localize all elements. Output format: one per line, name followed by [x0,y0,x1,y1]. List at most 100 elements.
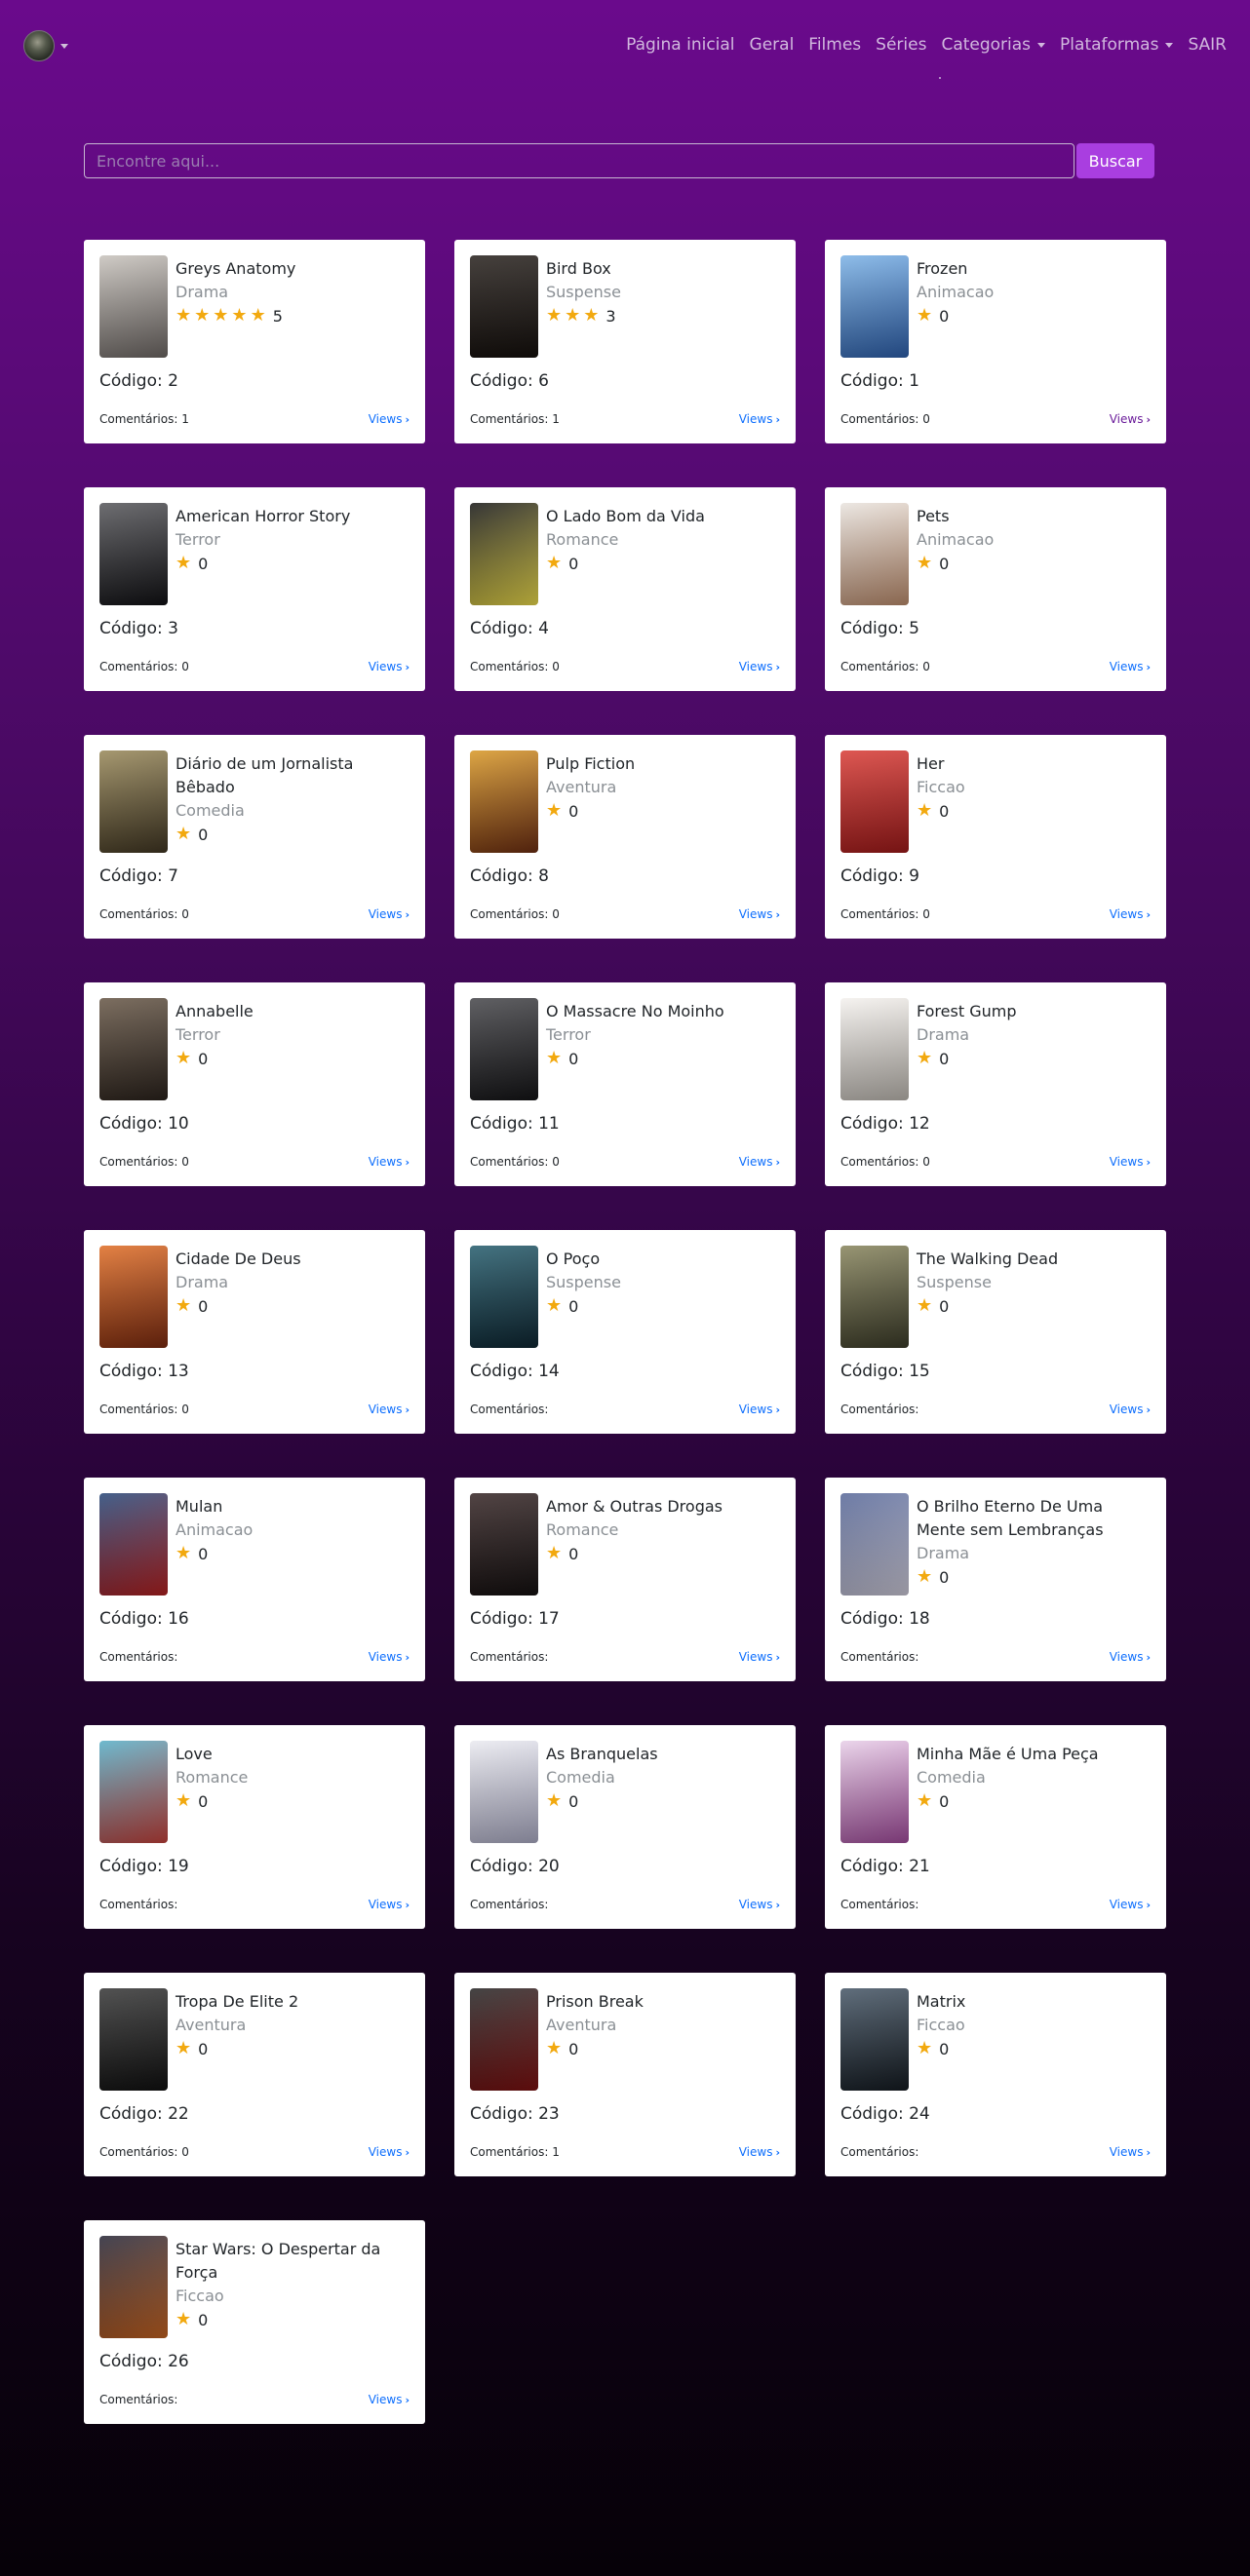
views-label: Views [1109,1898,1144,1911]
nav-link-plataformas[interactable]: Plataformas [1060,35,1174,55]
card-footer: Comentários: 1 Views › [99,412,410,443]
comments-label: Comentários: [99,412,182,426]
poster-image[interactable] [470,1493,538,1596]
card-footer: Comentários: Views › [470,1403,780,1434]
views-link[interactable]: Views › [739,2145,780,2159]
views-label: Views [1109,1155,1144,1169]
card-info: Bird Box Suspense ★ ★ ★ 3 [546,255,621,358]
poster-image[interactable] [840,1741,909,1843]
rating-value: 0 [939,2039,950,2058]
nav-link-geral[interactable]: Geral [750,35,795,55]
views-link[interactable]: Views › [1110,1403,1151,1416]
poster-image[interactable] [99,1246,168,1348]
views-link[interactable]: Views › [1110,2145,1151,2159]
card-code: Código: 8 [470,865,780,888]
comments-label: Comentários: [99,1898,178,1911]
views-link[interactable]: Views › [739,1155,780,1169]
poster-image[interactable] [470,1988,538,2091]
poster-image[interactable] [840,750,909,853]
views-link[interactable]: Views › [739,1403,780,1416]
card-header: Diário de um Jornalista Bêbado Comedia ★ 0 [99,750,410,853]
views-link[interactable]: Views › [739,1898,780,1911]
card-info: Frozen Animacao ★ 0 [917,255,994,358]
comments-label: Comentários: [99,2145,182,2159]
poster-image[interactable] [470,503,538,605]
search-input[interactable] [84,143,1074,178]
nav-link-s-ries[interactable]: Séries [876,35,926,55]
code-value: 16 [168,1609,189,1629]
views-link[interactable]: Views › [369,412,410,426]
poster-image[interactable] [99,1741,168,1843]
card-footer: Comentários: 0 Views › [99,1155,410,1186]
media-card: Amor & Outras Drogas Romance ★ 0 Código: 17 C… [454,1478,796,1681]
views-link[interactable]: Views › [369,2393,410,2406]
card-info: Amor & Outras Drogas Romance ★ 0 [546,1493,723,1596]
poster-image[interactable] [470,1741,538,1843]
views-label: Views [368,1898,403,1911]
card-title: Greys Anatomy [176,259,296,278]
poster-image[interactable] [99,2236,168,2338]
code-label: Código: [99,1609,169,1629]
views-link[interactable]: Views › [1110,1155,1151,1169]
poster-image[interactable] [99,1988,168,2091]
poster-image[interactable] [840,998,909,1100]
poster-image[interactable] [99,998,168,1100]
views-link[interactable]: Views › [1110,1650,1151,1664]
user-menu-toggle[interactable] [23,30,68,61]
poster-image[interactable] [840,503,909,605]
views-link[interactable]: Views › [1110,412,1151,426]
views-link[interactable]: Views › [1110,660,1151,673]
views-link[interactable]: Views › [1110,907,1151,921]
poster-image[interactable] [99,255,168,358]
code-label: Código: [470,1609,539,1629]
rating-value: 0 [198,2039,209,2058]
rating: ★ 0 [176,1294,301,1318]
comments-count: Comentários: [470,1403,548,1416]
views-link[interactable]: Views › [739,412,780,426]
views-link[interactable]: Views › [369,1155,410,1169]
views-link[interactable]: Views › [739,660,780,673]
poster-image[interactable] [840,255,909,358]
media-card: Love Romance ★ 0 Código: 19 Comentários: View… [84,1725,425,1929]
poster-image[interactable] [840,1493,909,1596]
views-link[interactable]: Views › [369,1898,410,1911]
views-link[interactable]: Views › [369,1650,410,1664]
search-button[interactable]: Buscar [1076,143,1154,178]
card-code: Código: 16 [99,1607,410,1631]
nav-link-filmes[interactable]: Filmes [808,35,861,55]
poster-image[interactable] [840,1988,909,2091]
card-info: As Branquelas Comedia ★ 0 [546,1741,658,1843]
views-link[interactable]: Views › [369,907,410,921]
views-link[interactable]: Views › [1110,1898,1151,1911]
card-code: Código: 3 [99,617,410,640]
nav-link-p-gina-inicial[interactable]: Página inicial [626,35,734,55]
poster-image[interactable] [470,1246,538,1348]
nav-link-categorias[interactable]: Categorias [941,35,1046,55]
poster-image[interactable] [470,255,538,358]
poster-image[interactable] [99,1493,168,1596]
views-link[interactable]: Views › [739,907,780,921]
poster-image[interactable] [470,998,538,1100]
views-link[interactable]: Views › [369,1403,410,1416]
poster-image[interactable] [470,750,538,853]
media-card: Pulp Fiction Aventura ★ 0 Código: 8 Comentári… [454,735,796,939]
comments-label: Comentários: [840,412,923,426]
media-card: O Lado Bom da Vida Romance ★ 0 Código: 4 Come… [454,487,796,691]
poster-image[interactable] [99,503,168,605]
nav-link-label: Categorias [941,35,1032,55]
card-header: Pets Animacao ★ 0 [840,503,1151,605]
card-title: Prison Break [546,1992,644,2011]
poster-image[interactable] [840,1246,909,1348]
card-title: Minha Mãe é Uma Peça [917,1745,1099,1763]
poster-image[interactable] [99,750,168,853]
card-category: Suspense [546,283,621,301]
card-code: Código: 24 [840,2102,1151,2126]
nav-link-sair[interactable]: SAIR [1188,35,1227,55]
card-footer: Comentários: 0 Views › [840,412,1151,443]
code-label: Código: [470,371,539,391]
card-category: Romance [176,1768,249,1787]
nav-link-label: Séries [876,35,927,55]
views-link[interactable]: Views › [739,1650,780,1664]
views-link[interactable]: Views › [369,2145,410,2159]
views-link[interactable]: Views › [369,660,410,673]
